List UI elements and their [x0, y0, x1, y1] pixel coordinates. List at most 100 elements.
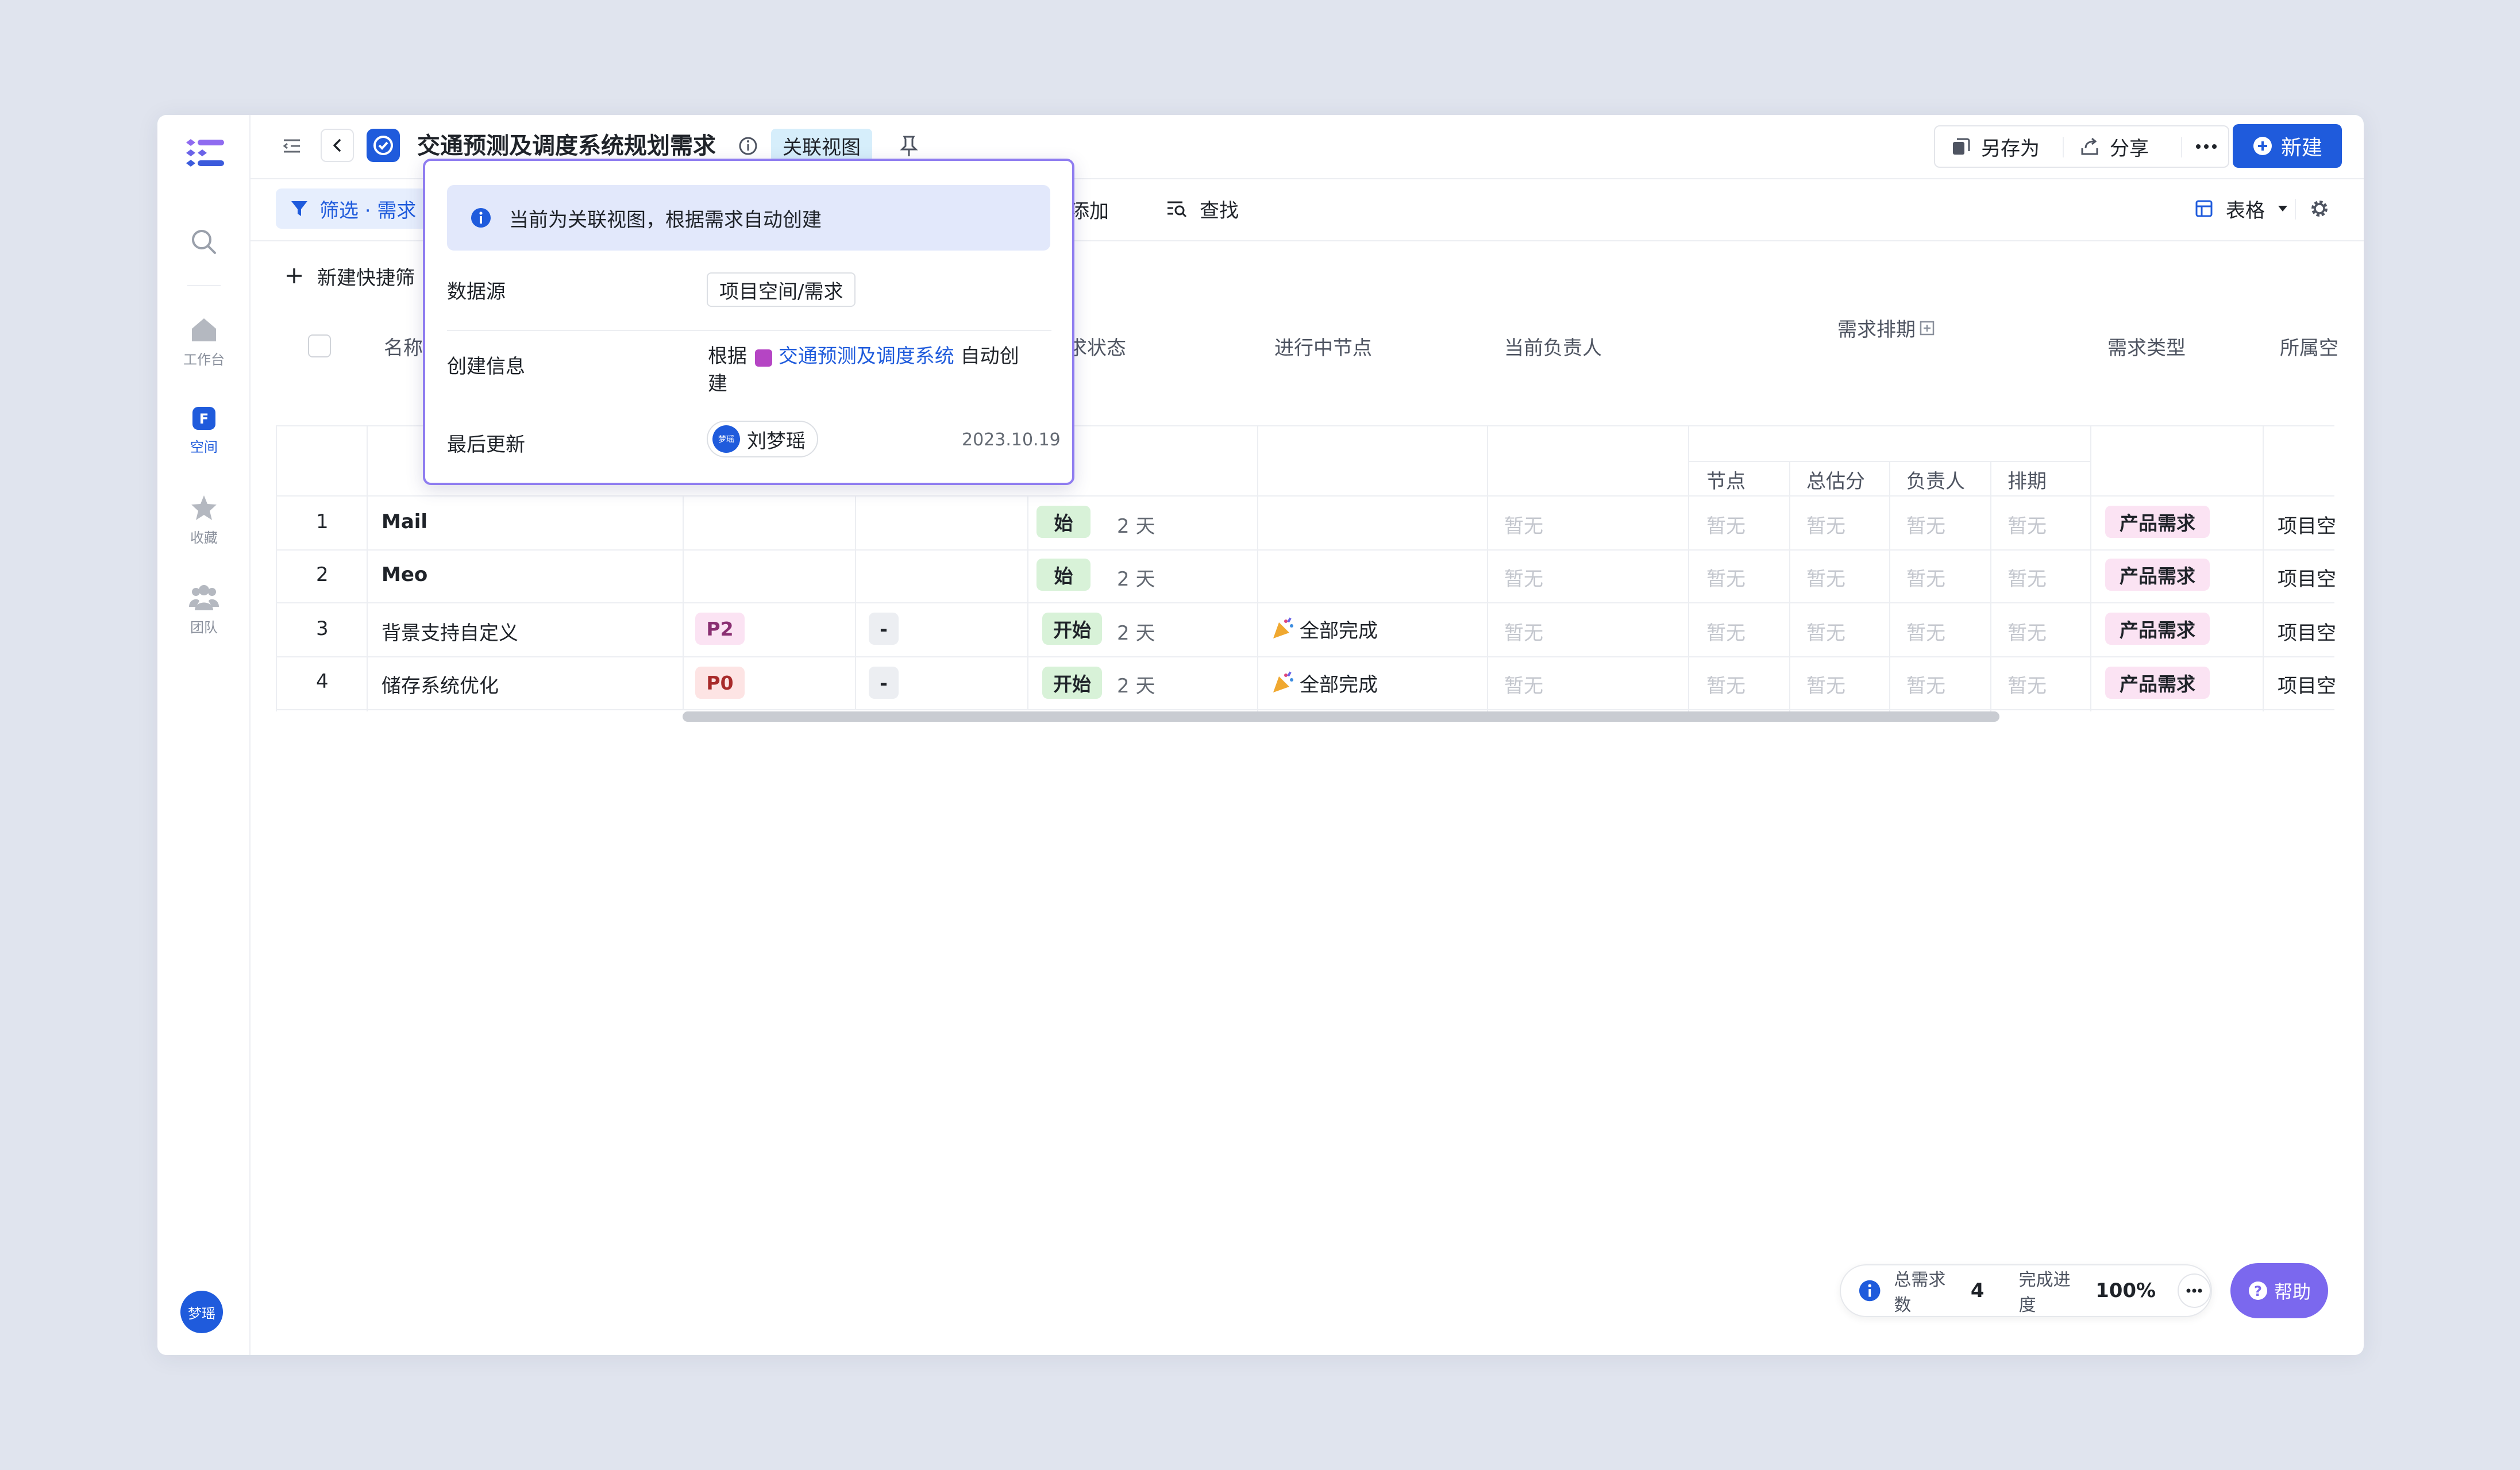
header-sub-node[interactable]: 节点: [1706, 465, 1745, 494]
sub-points-cell: 暂无: [1806, 515, 1845, 538]
sidebar-item-favorites[interactable]: 收藏: [157, 494, 251, 547]
plus-icon: [287, 268, 302, 283]
summary-bar: 总需求数 4 完成进度 100%: [1840, 1264, 2212, 1317]
header-type[interactable]: 需求类型: [2107, 332, 2186, 360]
expand-icon[interactable]: [1919, 320, 1935, 336]
progress-value: 100%: [2095, 1279, 2156, 1302]
view-mode-select[interactable]: 表格: [2195, 188, 2289, 229]
created-project-link[interactable]: 交通预测及调度系统: [779, 345, 954, 368]
summary-more-button[interactable]: [2178, 1273, 2211, 1308]
priority-tag: P2: [695, 613, 745, 645]
caret-down-icon: [2278, 206, 2287, 211]
row-number: 1: [316, 510, 329, 533]
table-icon: [2195, 200, 2213, 217]
status-tag: 开始: [1042, 613, 1102, 645]
created-suffix-wrap: 建: [708, 372, 727, 395]
space-cell: 项目空: [2278, 515, 2336, 538]
find-icon: [1167, 201, 1187, 218]
updated-user-name: 刘梦瑶: [747, 429, 806, 453]
find-button[interactable]: 查找: [1166, 188, 1239, 229]
owner-cell[interactable]: 暂无: [1504, 670, 1543, 698]
header-schedule-group[interactable]: 需求排期: [1837, 314, 1935, 342]
owner-cell[interactable]: 暂无: [1504, 510, 1543, 538]
row-name[interactable]: Mail: [382, 510, 427, 533]
pin-icon[interactable]: [899, 134, 919, 157]
home-icon: [192, 318, 216, 341]
row-number: 3: [316, 617, 329, 640]
status-tag: 始: [1036, 506, 1091, 538]
row-name[interactable]: Meo: [382, 563, 427, 586]
share-button[interactable]: 分享: [2080, 126, 2149, 167]
filter-button[interactable]: 筛选 · 需求: [276, 188, 434, 229]
sub-schedule-cell: 暂无: [2007, 568, 2047, 591]
help-icon: ?: [2248, 1282, 2267, 1300]
user-avatar: 梦瑶: [712, 425, 740, 453]
info-icon[interactable]: [738, 136, 758, 156]
more-button[interactable]: [2183, 126, 2229, 167]
owner-cell[interactable]: 暂无: [1504, 617, 1543, 645]
owner-cell[interactable]: 暂无: [1504, 563, 1543, 591]
total-value: 4: [1970, 1279, 1985, 1302]
header-actions-group: 另存为 分享: [1934, 125, 2229, 168]
sub-points-cell: 暂无: [1806, 568, 1845, 591]
settings-icon[interactable]: [2309, 198, 2330, 220]
sidebar-item-workbench[interactable]: 工作台: [157, 316, 251, 368]
new-quick-filter-label: 新建快捷筛: [317, 266, 415, 290]
select-all-checkbox[interactable]: [308, 334, 331, 357]
project-color-icon: [755, 349, 772, 367]
search-icon[interactable]: [190, 228, 218, 256]
created-suffix: 自动创: [960, 345, 1019, 368]
status-tag: 始: [1036, 559, 1091, 591]
sidebar: 工作台 F 空间 收藏 团队 梦瑶: [157, 115, 251, 1355]
sub-schedule-cell: 暂无: [2007, 515, 2047, 538]
sub-node-cell: 暂无: [1706, 515, 1745, 538]
row-name[interactable]: 背景支持自定义: [382, 617, 518, 645]
header-owner[interactable]: 当前负责人: [1504, 332, 1602, 360]
row-number: 4: [316, 670, 329, 693]
filter-icon: [291, 201, 307, 216]
linked-view-badge[interactable]: 关联视图: [771, 129, 872, 162]
type-tag: 产品需求: [2105, 559, 2210, 591]
sidebar-item-space[interactable]: F 空间: [157, 406, 251, 456]
horizontal-scrollbar[interactable]: [683, 711, 1999, 722]
info-filled-icon: [1859, 1280, 1881, 1302]
space-icon: F: [192, 407, 215, 430]
row-name[interactable]: 储存系统优化: [382, 670, 499, 698]
updated-user-chip[interactable]: 梦瑶 刘梦瑶: [707, 421, 818, 457]
popover-notice: 当前为关联视图，根据需求自动创建: [447, 185, 1050, 251]
help-button[interactable]: ? 帮助: [2230, 1263, 2328, 1318]
dash-tag: -: [869, 613, 899, 645]
sidebar-item-team[interactable]: 团队: [157, 584, 251, 636]
header-name[interactable]: 名称: [384, 332, 423, 360]
source-value[interactable]: 项目空间/需求: [707, 272, 856, 307]
save-as-button[interactable]: 另存为: [1951, 126, 2040, 167]
status-days: 2 天: [1117, 622, 1155, 645]
sub-schedule-cell: 暂无: [2007, 675, 2047, 698]
view-mode-label: 表格: [2226, 199, 2265, 222]
collapse-sidebar-icon[interactable]: [280, 134, 303, 157]
space-cell: 项目空: [2278, 675, 2336, 698]
schedule-group-label: 需求排期: [1837, 318, 1916, 341]
status-tag: 开始: [1042, 667, 1102, 699]
created-prefix: 根据: [708, 345, 747, 368]
header-space[interactable]: 所属空: [2280, 332, 2338, 360]
party-popper-icon: [1273, 671, 1293, 692]
avatar[interactable]: 梦瑶: [180, 1291, 223, 1333]
chevron-left-icon: [333, 139, 341, 152]
type-tag: 产品需求: [2105, 613, 2210, 645]
header-sub-schedule[interactable]: 排期: [2007, 465, 2047, 494]
updated-label: 最后更新: [447, 433, 525, 456]
header-sub-points[interactable]: 总估分: [1806, 465, 1865, 494]
node-cell: 全部完成: [1271, 667, 1378, 699]
new-quick-filter-button[interactable]: 新建快捷筛: [285, 259, 415, 293]
svg-text:F: F: [199, 411, 209, 427]
total-label: 总需求数: [1894, 1270, 1946, 1315]
sub-owner-cell: 暂无: [1906, 568, 1945, 591]
sidebar-item-label: 团队: [190, 619, 218, 636]
header-sub-owner[interactable]: 负责人: [1906, 465, 1965, 494]
header-status[interactable]: 求状态: [1068, 332, 1126, 360]
new-button[interactable]: 新建: [2233, 124, 2342, 168]
add-button[interactable]: 添加: [1070, 195, 1109, 224]
header-node[interactable]: 进行中节点: [1274, 332, 1372, 360]
back-button[interactable]: [321, 129, 354, 162]
